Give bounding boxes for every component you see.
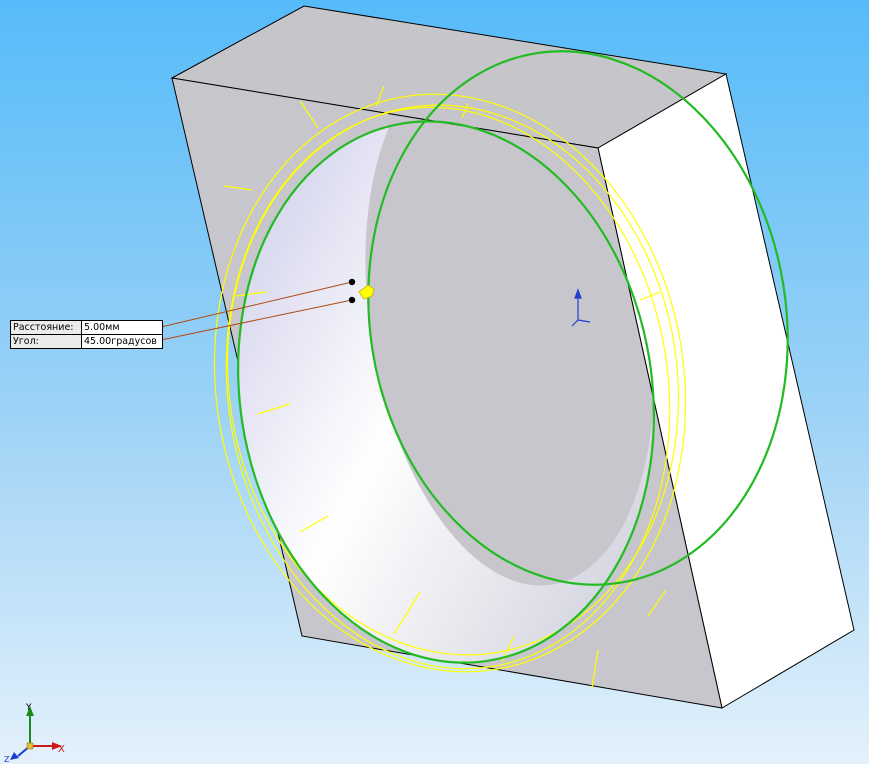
distance-value[interactable]: 5.00мм: [82, 321, 162, 334]
selection-point-1[interactable]: [348, 278, 356, 286]
triad-x-label: X: [58, 744, 65, 755]
distance-row[interactable]: Расстояние: 5.00мм: [11, 321, 162, 334]
triad-z-label: Z: [4, 755, 10, 764]
triad-y-label: Y: [25, 703, 32, 713]
angle-value[interactable]: 45.00градусов: [82, 335, 162, 348]
selection-point-2[interactable]: [348, 296, 356, 304]
chamfer-callout[interactable]: Расстояние: 5.00мм Угол: 45.00градусов: [10, 320, 163, 349]
angle-row[interactable]: Угол: 45.00градусов: [11, 334, 162, 348]
graphics-viewport[interactable]: Y X Z: [0, 0, 869, 764]
distance-label: Расстояние:: [11, 321, 82, 334]
angle-label: Угол:: [11, 335, 82, 348]
